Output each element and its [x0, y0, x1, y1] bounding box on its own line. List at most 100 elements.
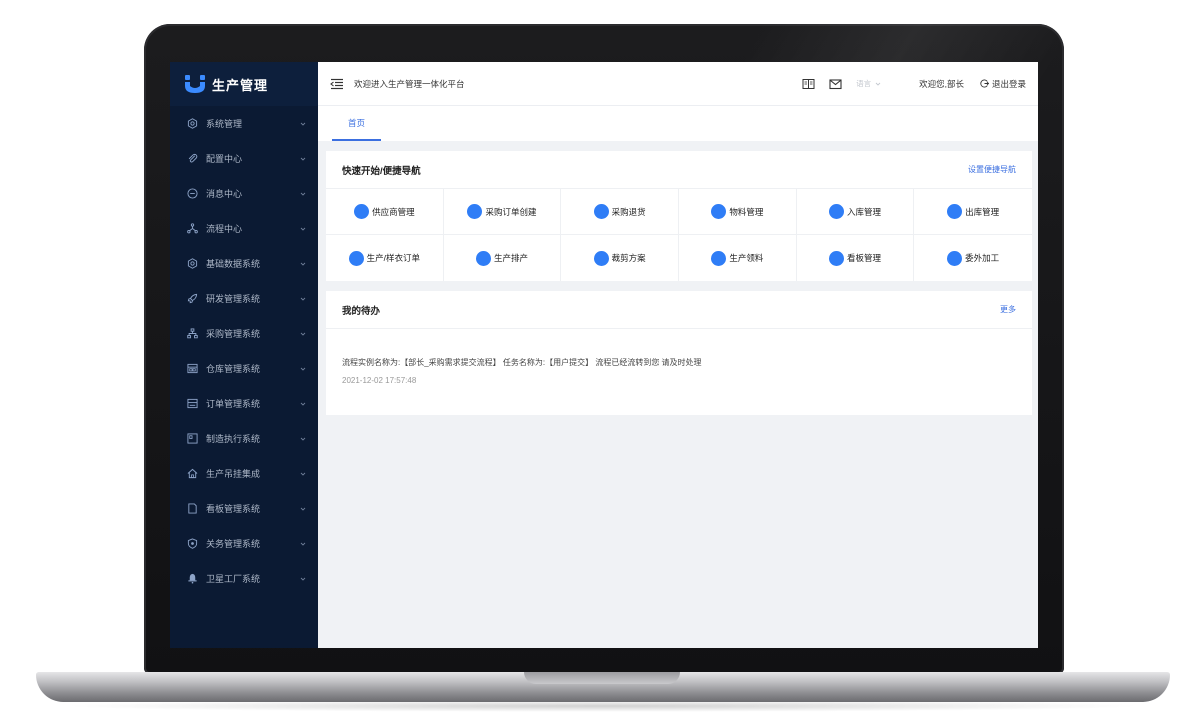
todo-item-text: 流程实例名称为:【部长_采购需求提交流程】 任务名称为:【用户提交】 流程已经流… — [342, 358, 702, 367]
quick-nav-dot-icon — [348, 250, 364, 266]
todo-more-link[interactable]: 更多 — [1000, 304, 1016, 315]
quick-nav-dot-icon — [475, 250, 491, 266]
topbar-actions: 语言 欢迎您,部长 退出登录 — [788, 78, 1026, 90]
quick-nav-dot-icon — [828, 250, 844, 266]
sidebar-item-label: 配置中心 — [206, 154, 243, 164]
sidebar-item-label: 卫星工厂系统 — [206, 574, 261, 584]
chevron-down-icon — [300, 542, 306, 546]
document-icon — [186, 503, 198, 515]
sidebar-item-label: 订单管理系统 — [206, 399, 261, 409]
quick-nav-item-scheduling[interactable]: 生产排产 — [444, 235, 562, 281]
sidebar-item-label: 仓库管理系统 — [206, 364, 261, 374]
quick-nav-label: 入库管理 — [846, 206, 881, 217]
quick-nav-dot-icon — [947, 250, 963, 266]
todo-title: 我的待办 — [342, 305, 381, 317]
sidebar-item-label: 制造执行系统 — [206, 434, 261, 444]
language-select[interactable]: 语言 — [856, 78, 881, 89]
chevron-down-icon — [300, 262, 306, 266]
quick-nav-dot-icon — [947, 204, 963, 219]
quick-nav-grid: 供应商管理 采购订单创建 采购退货 物料管理 入库管理 出库管理 生产/样衣订单… — [326, 189, 1032, 281]
quick-nav-item-production-order[interactable]: 生产/样衣订单 — [326, 235, 444, 281]
logout-icon — [980, 79, 989, 88]
quick-nav-item-kanban[interactable]: 看板管理 — [797, 235, 915, 281]
sidebar-item-message[interactable]: 消息中心 — [170, 176, 318, 211]
content-area: 快速开始/便捷导航 设置便捷导航 供应商管理 采购订单创建 采购退货 物料管理 … — [318, 141, 1038, 425]
todo-card: 我的待办 更多 流程实例名称为:【部长_采购需求提交流程】 任务名称为:【用户提… — [326, 291, 1032, 415]
quick-nav-item-material[interactable]: 物料管理 — [678, 189, 797, 235]
tab-home[interactable]: 首页 — [332, 106, 382, 141]
chevron-down-icon — [300, 297, 306, 301]
quick-nav-dot-icon — [593, 250, 609, 266]
chevron-down-icon — [300, 507, 306, 511]
org-chart-icon — [186, 328, 198, 340]
sidebar-item-satellite[interactable]: 卫星工厂系统 — [170, 561, 318, 596]
quick-nav-label: 采购订单创建 — [485, 206, 537, 217]
logout-button[interactable]: 退出登录 — [980, 78, 1026, 90]
sidebar: 生产管理 系统管理 配置中心 消息中心 流程中心 基础数据系统 研发管理系统 采… — [170, 62, 318, 648]
quick-nav-label: 裁剪方案 — [611, 253, 646, 263]
order-icon — [186, 398, 198, 410]
sidebar-item-label: 研发管理系统 — [206, 294, 261, 304]
sidebar-item-hanging[interactable]: 生产吊挂集成 — [170, 456, 318, 491]
sidebar-item-rd[interactable]: 研发管理系统 — [170, 281, 318, 316]
home-icon — [186, 468, 198, 480]
board-icon — [186, 433, 198, 445]
chevron-down-icon — [875, 82, 881, 86]
flow-icon — [186, 223, 198, 235]
topbar: 欢迎进入生产管理一体化平台 语言 欢迎您,部长 退出登录 — [318, 62, 1038, 106]
mail-icon[interactable] — [829, 78, 842, 90]
sidebar-item-flow[interactable]: 流程中心 — [170, 211, 318, 246]
sidebar-item-label: 消息中心 — [206, 189, 243, 199]
sidebar-item-order[interactable]: 订单管理系统 — [170, 386, 318, 421]
quick-nav-item-outsourcing[interactable]: 委外加工 — [914, 235, 1032, 281]
quick-nav-item-material-issue[interactable]: 生产领料 — [679, 235, 797, 281]
message-icon — [186, 188, 198, 200]
sidebar-menu: 系统管理 配置中心 消息中心 流程中心 基础数据系统 研发管理系统 采购管理系统… — [170, 106, 318, 596]
sidebar-item-purchase[interactable]: 采购管理系统 — [170, 316, 318, 351]
app-screen: 生产管理 系统管理 配置中心 消息中心 流程中心 基础数据系统 研发管理系统 采… — [170, 62, 1038, 648]
chevron-down-icon — [300, 577, 306, 581]
brand[interactable]: 生产管理 — [170, 62, 318, 106]
sidebar-item-mes[interactable]: 制造执行系统 — [170, 421, 318, 456]
quick-nav-item-po-create[interactable]: 采购订单创建 — [443, 189, 562, 235]
quick-nav-dot-icon — [467, 204, 483, 219]
chevron-down-icon — [300, 367, 306, 371]
quick-nav-settings-link[interactable]: 设置便捷导航 — [968, 164, 1016, 175]
warehouse-icon — [186, 363, 198, 375]
sidebar-item-label: 采购管理系统 — [206, 329, 261, 339]
page-tabs: 首页 — [318, 106, 1038, 141]
quick-nav-item-outbound[interactable]: 出库管理 — [914, 189, 1032, 235]
menu-collapse-icon[interactable] — [330, 78, 344, 90]
quick-nav-item-supplier[interactable]: 供应商管理 — [326, 189, 444, 235]
sidebar-item-warehouse[interactable]: 仓库管理系统 — [170, 351, 318, 386]
sidebar-item-label: 基础数据系统 — [206, 259, 261, 269]
quick-nav-dot-icon — [593, 204, 609, 219]
sidebar-item-kanban[interactable]: 看板管理系统 — [170, 491, 318, 526]
quick-nav-item-cutting-plan[interactable]: 裁剪方案 — [561, 235, 679, 281]
quick-nav-label: 生产/样衣订单 — [366, 253, 421, 263]
brand-name: 生产管理 — [212, 77, 269, 93]
quick-nav-dot-icon — [354, 204, 370, 219]
sidebar-item-system[interactable]: 系统管理 — [170, 106, 318, 141]
sidebar-item-customs[interactable]: 关务管理系统 — [170, 526, 318, 561]
quick-nav-item-purchase-return[interactable]: 采购退货 — [561, 189, 679, 235]
book-icon[interactable] — [802, 78, 815, 90]
chevron-down-icon — [300, 227, 306, 231]
quick-nav-label: 出库管理 — [965, 206, 1000, 217]
quick-nav-label: 看板管理 — [846, 253, 881, 263]
sidebar-item-label: 生产吊挂集成 — [206, 469, 261, 479]
sidebar-item-config[interactable]: 配置中心 — [170, 141, 318, 176]
quick-nav-header: 快速开始/便捷导航 设置便捷导航 — [326, 151, 1032, 189]
sidebar-item-base-data[interactable]: 基础数据系统 — [170, 246, 318, 281]
paperclip-icon — [186, 153, 198, 165]
quick-nav-dot-icon — [711, 250, 727, 266]
quick-nav-label: 生产排产 — [493, 253, 528, 263]
rocket-icon — [186, 293, 198, 305]
gear-icon — [186, 258, 198, 270]
welcome-title: 欢迎进入生产管理一体化平台 — [354, 78, 465, 89]
chevron-down-icon — [300, 122, 306, 126]
quick-nav-label: 供应商管理 — [372, 206, 415, 217]
quick-nav-card: 快速开始/便捷导航 设置便捷导航 供应商管理 采购订单创建 采购退货 物料管理 … — [326, 151, 1032, 281]
quick-nav-item-inbound[interactable]: 入库管理 — [796, 189, 915, 235]
todo-item[interactable]: 流程实例名称为:【部长_采购需求提交流程】 任务名称为:【用户提交】 流程已经流… — [342, 357, 1016, 385]
